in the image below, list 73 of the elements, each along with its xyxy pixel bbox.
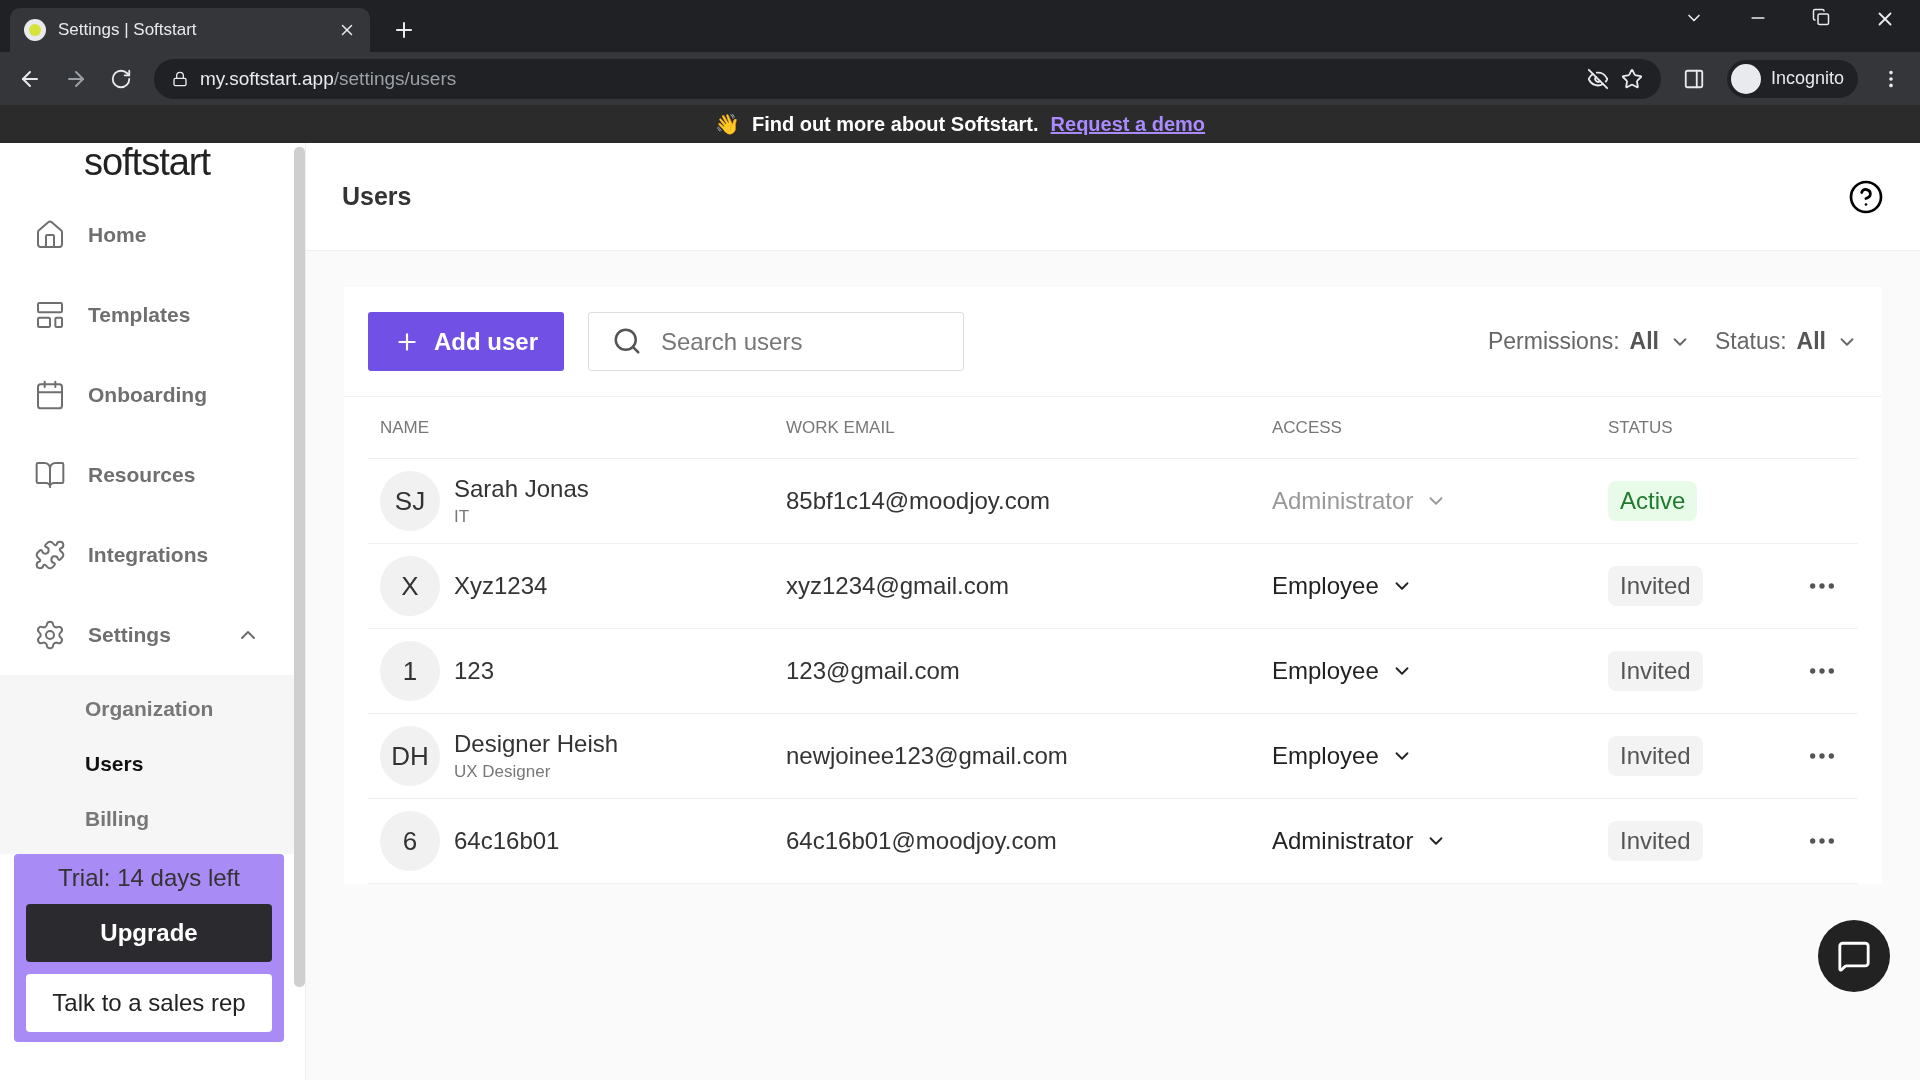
access-dropdown[interactable]: Employee — [1272, 742, 1413, 770]
page-title: Users — [342, 182, 412, 211]
nav-item[interactable]: Onboarding — [0, 355, 294, 435]
help-icon[interactable] — [1848, 178, 1884, 215]
access-dropdown[interactable]: Administrator — [1272, 827, 1448, 855]
search-icon — [612, 326, 642, 356]
calendar-icon — [34, 379, 66, 411]
bookmark-star-icon[interactable] — [1620, 67, 1643, 90]
lock-icon — [172, 70, 188, 87]
column-header: NAME — [380, 417, 431, 438]
nav-item[interactable]: Integrations — [0, 515, 294, 595]
user-name: Xyz1234 — [454, 572, 548, 600]
avatar: X — [380, 556, 440, 616]
trial-text: Trial: 14 days left — [57, 864, 241, 892]
softstart-logo: softstart — [82, 143, 212, 185]
email-cell-text: 123@gmail.com — [786, 657, 961, 685]
search-field[interactable]: Search users — [588, 312, 964, 371]
access-dropdown[interactable]: Employee — [1272, 572, 1413, 600]
waving-hand-icon: 👋 — [714, 112, 740, 136]
book-icon — [34, 459, 66, 491]
nav-subitem[interactable]: Organization — [0, 681, 294, 736]
url-host: my.softstart.app — [200, 67, 334, 90]
status-label: Active — [1608, 481, 1698, 521]
nav-item[interactable]: Settings — [0, 595, 294, 675]
status-label: Invited — [1608, 736, 1703, 776]
sales-rep-button[interactable]: Talk to a sales rep — [26, 974, 272, 1032]
filter-dropdown[interactable]: Status: All — [1715, 328, 1858, 355]
user-role: UX Designer — [454, 762, 552, 782]
chat-icon — [1837, 939, 1871, 973]
avatar: 1 — [380, 641, 440, 701]
profile-button[interactable]: Incognito — [1726, 59, 1858, 98]
settings-icon — [34, 619, 66, 651]
side-panel-icon[interactable] — [1682, 67, 1705, 90]
user-name: Designer Heish — [454, 730, 619, 758]
column-header: WORK EMAIL — [786, 417, 896, 438]
email-cell-text: xyz1234@gmail.com — [786, 572, 1011, 600]
nav-subitem[interactable]: Billing — [0, 791, 294, 846]
avatar: DH — [380, 726, 440, 786]
email-cell-text: 85bf1c14@moodjoy.com — [786, 487, 1052, 515]
column-header: STATUS — [1608, 417, 1674, 438]
user-name: Sarah Jonas — [454, 475, 589, 503]
reload-icon[interactable] — [110, 67, 132, 90]
puzzle-icon — [34, 539, 66, 571]
eye-off-icon[interactable] — [1586, 67, 1609, 90]
tab-title: Settings | Softstart — [58, 20, 198, 40]
request-demo-link[interactable]: Request a demo — [1050, 112, 1206, 136]
restore-icon[interactable] — [1812, 8, 1830, 26]
home-icon — [34, 219, 66, 251]
browser-tab[interactable]: Settings | Softstart — [10, 8, 370, 52]
email-cell-text: 64c16b01@moodjoy.com — [786, 827, 1058, 855]
layout-icon — [34, 299, 66, 331]
avatar: SJ — [380, 471, 440, 531]
status-label: Invited — [1608, 651, 1703, 691]
nav-item[interactable]: Home — [0, 195, 294, 275]
user-name: 123 — [454, 657, 495, 685]
add-user-button[interactable]: Add user — [368, 312, 564, 371]
column-header: ACCESS — [1272, 417, 1343, 438]
avatar: 6 — [380, 811, 440, 871]
user-name: 64c16b01 — [454, 827, 560, 855]
filter-dropdown[interactable]: Permissions: All — [1487, 328, 1691, 355]
upgrade-button[interactable]: Upgrade — [26, 904, 272, 962]
address-bar[interactable]: my.softstart.app/settings/users — [154, 58, 1661, 99]
user-role: IT — [454, 507, 471, 527]
status-label: Invited — [1608, 821, 1703, 861]
nav-subitem[interactable]: Users — [0, 736, 294, 791]
url-path: /settings/users — [333, 67, 457, 90]
banner-text: Find out more about Softstart. — [751, 112, 1039, 136]
access-dropdown[interactable]: Employee — [1272, 657, 1413, 685]
favicon-icon — [24, 19, 46, 41]
email-cell-text: newjoinee123@gmail.com — [786, 742, 1069, 770]
nav-item[interactable]: Resources — [0, 435, 294, 515]
nav-item[interactable]: Templates — [0, 275, 294, 355]
status-label: Invited — [1608, 566, 1703, 606]
